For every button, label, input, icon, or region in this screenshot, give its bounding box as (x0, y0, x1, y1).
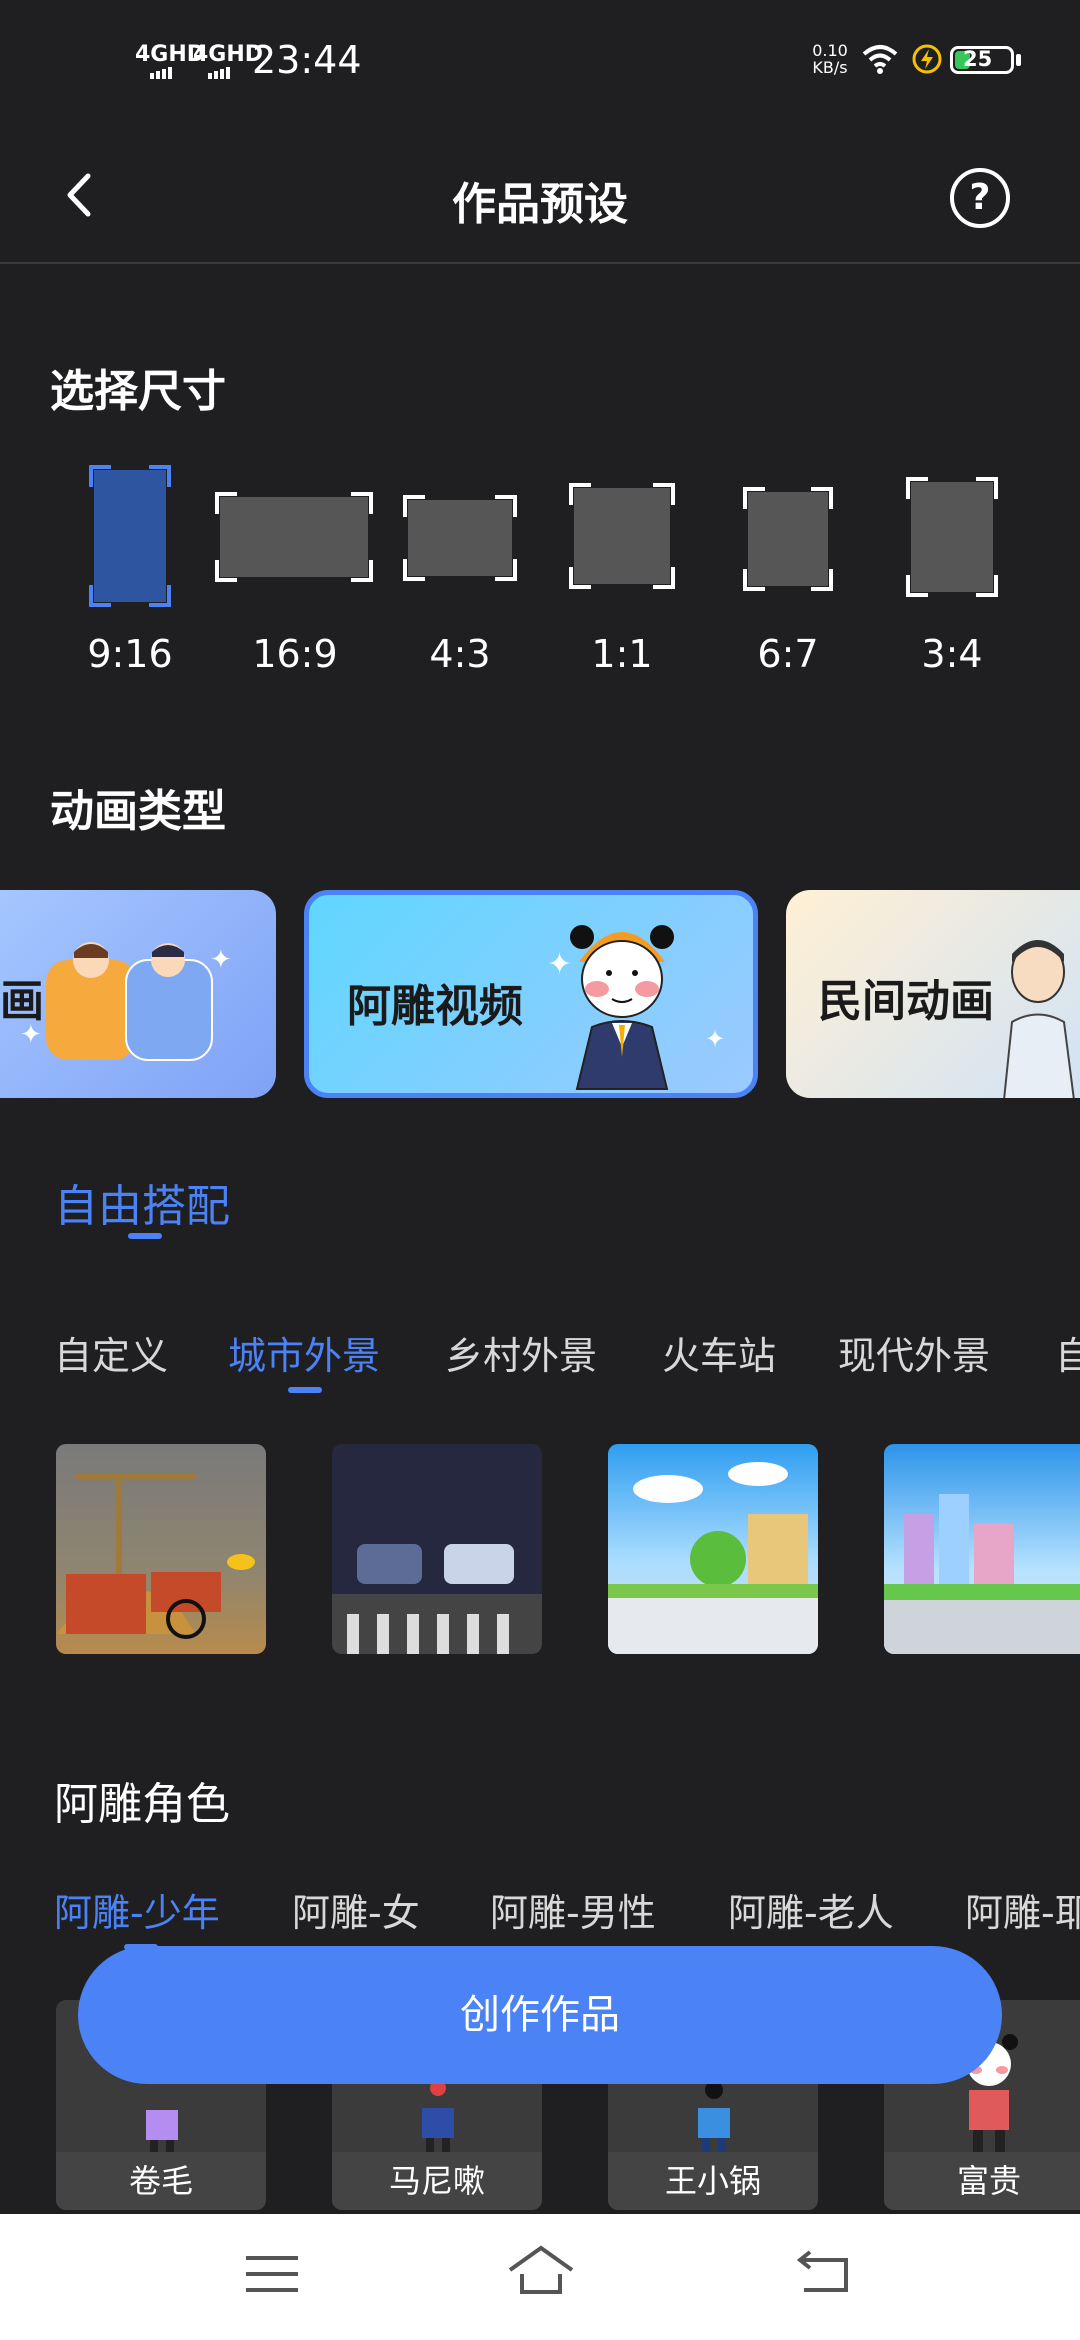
net-speed: 0.10 KB/s (812, 41, 848, 77)
size-frame (403, 495, 517, 581)
free-match-title[interactable]: 自由搭配 (54, 1170, 230, 1234)
adiao-character-illustration (557, 907, 687, 1093)
scene-thumbnail-construction[interactable] (56, 1444, 266, 1654)
signal-icon-2 (208, 64, 230, 79)
battery-cap (1016, 54, 1021, 66)
character-label: 卷毛 (56, 2152, 266, 2210)
system-nav-bar (0, 2214, 1080, 2340)
scene-tab-station[interactable]: 火车站 (662, 1325, 776, 1380)
size-frame (89, 465, 171, 607)
animation-card-partial[interactable]: 画 ✦ ✦ (0, 890, 276, 1098)
animation-card-label: 阿雕视频 (347, 981, 523, 1032)
size-option-9-16[interactable] (60, 460, 200, 620)
size-option-3-4[interactable] (906, 460, 998, 620)
size-label-16-9: 16:9 (252, 632, 338, 676)
battery-icon: 25 (950, 46, 1014, 74)
character-label: 马尼嗽 (332, 2152, 542, 2210)
role-tab-elder[interactable]: 阿雕-老人 (728, 1882, 894, 1937)
character-avatar (134, 2090, 190, 2158)
free-match-underline (128, 1233, 162, 1239)
role-tab-male[interactable]: 阿雕-男性 (490, 1882, 656, 1937)
size-option-16-9[interactable] (215, 460, 373, 620)
signal-icon (150, 64, 172, 79)
menu-icon[interactable] (246, 2254, 298, 2298)
character-avatar (686, 2080, 742, 2158)
size-frame (906, 477, 998, 597)
wifi-icon (862, 44, 898, 78)
page-title: 作品预设 (452, 179, 628, 230)
sparkle-icon: ✦ (705, 1025, 726, 1053)
charging-icon (912, 44, 942, 78)
sparkle-icon: ✦ (20, 1020, 42, 1050)
sparkle-icon: ✦ (210, 945, 232, 975)
role-tab-youth[interactable]: 阿雕-少年 (54, 1882, 220, 1937)
role-tab-partial[interactable]: 阿雕-耶 (965, 1882, 1080, 1937)
animation-card-label: 民间动画 (818, 976, 994, 1027)
header-divider (0, 262, 1080, 264)
create-work-button[interactable]: 创作作品 (78, 1946, 1002, 2084)
size-label-9-16: 9:16 (87, 632, 173, 676)
folk-character-illustration (998, 932, 1078, 1098)
scene-thumbnail-modern-city[interactable] (884, 1444, 1080, 1654)
animation-card-adiao-video[interactable]: 阿雕视频 ✦ ✦ (304, 890, 758, 1098)
size-frame (215, 492, 373, 582)
help-icon[interactable]: ? (950, 168, 1010, 228)
size-option-4-3[interactable] (403, 460, 517, 620)
size-label-1-1: 1:1 (591, 632, 653, 676)
size-option-6-7[interactable] (743, 460, 833, 620)
size-option-1-1[interactable] (569, 460, 675, 620)
scene-tab-partial[interactable]: 自 (1055, 1325, 1080, 1380)
back-nav-icon[interactable] (796, 2248, 852, 2298)
size-label-6-7: 6:7 (757, 632, 819, 676)
role-section-title: 阿雕角色 (54, 1779, 230, 1830)
size-frame (743, 487, 833, 591)
character-avatar (410, 2080, 466, 2158)
scene-tab-underline (288, 1387, 322, 1393)
character-label: 富贵 (884, 2152, 1080, 2210)
animation-section-title: 动画类型 (50, 786, 226, 837)
size-label-4-3: 4:3 (429, 632, 491, 676)
animation-card-folk[interactable]: 民间动画 (786, 890, 1080, 1098)
character-label: 王小锅 (608, 2152, 818, 2210)
scene-tab-city[interactable]: 城市外景 (228, 1325, 380, 1380)
scene-tab-modern[interactable]: 现代外景 (838, 1325, 990, 1380)
scene-tab-custom[interactable]: 自定义 (54, 1325, 168, 1380)
scene-thumbnail-night-street[interactable] (332, 1444, 542, 1654)
home-icon[interactable] (506, 2244, 576, 2300)
role-tab-female[interactable]: 阿雕-女 (292, 1882, 420, 1937)
sleeping-kids-illustration (46, 940, 216, 1074)
scene-tab-village[interactable]: 乡村外景 (445, 1325, 597, 1380)
size-label-3-4: 3:4 (921, 632, 983, 676)
size-frame (569, 483, 675, 589)
status-bar: 4GHD 4GHD 23:44 0.10 KB/s 25 (0, 0, 1080, 120)
scene-thumbnail-town-street[interactable] (608, 1444, 818, 1654)
clock: 23:44 (252, 38, 362, 82)
size-section-title: 选择尺寸 (50, 366, 226, 417)
